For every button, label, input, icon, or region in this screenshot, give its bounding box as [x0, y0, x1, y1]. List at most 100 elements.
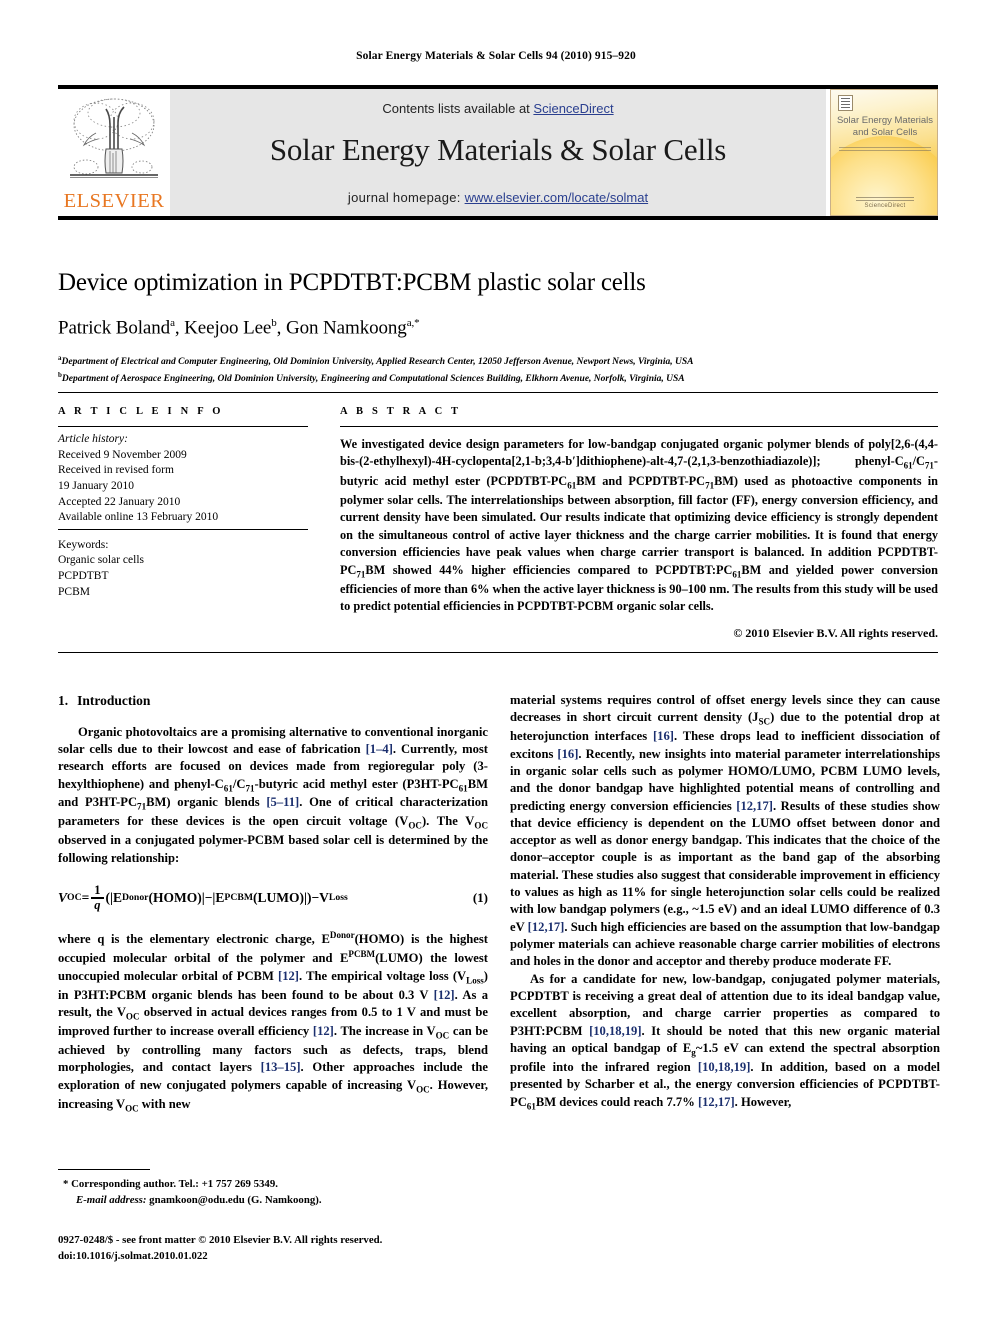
email-label: E-mail address: — [76, 1193, 147, 1206]
citation-ref[interactable]: [16] — [557, 747, 578, 761]
citation-ref[interactable]: [5–11] — [266, 795, 299, 809]
affiliation-text: Department of Aerospace Engineering, Old… — [61, 373, 685, 384]
equation-sub: Loss — [328, 892, 348, 904]
elsevier-logo: ELSEVIER — [58, 89, 170, 216]
copyright-line: © 2010 Elsevier B.V. All rights reserved… — [733, 625, 938, 640]
article-page: Solar Energy Materials & Solar Cells 94 … — [0, 0, 992, 1323]
cover-elsevier-mark-icon — [838, 95, 853, 111]
keywords-label: Keywords: — [58, 538, 109, 551]
affiliation-item: aDepartment of Electrical and Computer E… — [58, 353, 938, 370]
abstract-part: BM) used as photoactive components in po… — [340, 473, 938, 577]
subscript: OC — [125, 1011, 140, 1022]
equation-run: (LUMO)|)−V — [253, 889, 329, 905]
cover-title-line1: Solar Energy Materials — [836, 115, 934, 126]
keyword-item: PCPDTBT — [58, 570, 109, 582]
section-title-text: Introduction — [77, 693, 151, 708]
email-note: E-mail address: gnamkoon@odu.edu (G. Nam… — [58, 1193, 488, 1209]
text-run: with new — [138, 1096, 191, 1111]
author-name: Gon Namkoong — [285, 316, 407, 338]
journal-title: Solar Energy Materials & Solar Cells — [269, 132, 727, 167]
email-address[interactable]: gnamkoon@odu.edu (G. Namkoong). — [146, 1194, 321, 1206]
author-affil-mark: a,* — [406, 316, 420, 329]
subscript: 61 — [526, 1101, 536, 1112]
abstract-part: /C — [912, 454, 925, 469]
article-info-section: A R T I C L E I N F O Article history: R… — [58, 406, 308, 600]
elsevier-wordmark: ELSEVIER — [63, 189, 165, 212]
paragraph: where q is the elementary electronic cha… — [58, 929, 488, 1115]
equation-run: (|E — [105, 889, 123, 905]
citation-ref[interactable]: [12] — [313, 1024, 334, 1038]
sciencedirect-link[interactable]: ScienceDirect — [533, 101, 613, 116]
contents-prefix: Contents lists available at — [382, 101, 534, 116]
affiliation-item: bDepartment of Aerospace Engineering, Ol… — [58, 370, 938, 387]
issn-copyright-line: 0927-0248/$ - see front matter © 2010 El… — [58, 1234, 383, 1246]
author-list: Patrick Bolanda, Keejoo Leeb, Gon Namkoo… — [58, 317, 938, 339]
subscript: 71 — [245, 783, 255, 794]
cover-title: Solar Energy Materials and Solar Cells — [831, 115, 937, 139]
text-run: . However, — [734, 1094, 792, 1109]
text-run: observed in a conjugated polymer-PCBM ba… — [58, 833, 488, 865]
paragraph: As for a candidate for new, low-bandgap,… — [510, 971, 940, 1113]
subscript: Loss — [466, 975, 484, 986]
elsevier-tree-icon — [70, 98, 158, 178]
abstract-heading: A B S T R A C T — [340, 406, 462, 417]
footnote-block: * Corresponding author. Tel.: +1 757 269… — [58, 1177, 488, 1208]
keyword-item: PCBM — [58, 585, 90, 598]
article-history-block: Article history: Received 9 November 200… — [58, 427, 308, 526]
citation-ref[interactable]: [12,17] — [698, 1095, 735, 1109]
contents-available-line: Contents lists available at ScienceDirec… — [170, 89, 826, 116]
abstract-sub: 71 — [924, 460, 934, 471]
text-run: /C — [232, 776, 246, 791]
title-block: Device optimization in PCPDTBT:PCBM plas… — [58, 268, 938, 387]
author-separator: , — [276, 316, 286, 338]
citation-ref[interactable]: [12,17] — [736, 799, 773, 813]
abstract-bottom-rule — [58, 652, 938, 653]
superscript: PCBM — [348, 949, 376, 960]
masthead-bottom-rule — [58, 216, 938, 220]
citation-ref[interactable]: [10,18,19] — [698, 1060, 750, 1074]
body-column-right: material systems requires control of off… — [510, 692, 940, 1113]
affiliation-text: Department of Electrical and Computer En… — [61, 356, 694, 367]
citation-ref[interactable]: [13–15] — [261, 1060, 301, 1074]
subscript: OC — [408, 820, 422, 831]
equation-equals: = — [81, 889, 90, 905]
journal-masthead: ELSEVIER Contents lists available at Sci… — [58, 85, 938, 220]
running-head: Solar Energy Materials & Solar Cells 94 … — [356, 50, 636, 62]
text-run: ). The V — [421, 814, 475, 829]
citation-ref[interactable]: [16] — [653, 729, 674, 743]
masthead-band: Contents lists available at ScienceDirec… — [170, 89, 826, 216]
page-title: Device optimization in PCPDTBT:PCBM plas… — [58, 269, 646, 296]
citation-ref[interactable]: [12,17] — [528, 920, 565, 934]
author-name: Keejoo Lee — [184, 316, 272, 338]
citation-ref[interactable]: [10,18,19] — [589, 1024, 641, 1038]
abstract-text: We investigated device design parameters… — [340, 427, 938, 616]
equation-lhs: V — [58, 889, 68, 905]
abstract-sub: 71 — [705, 480, 715, 491]
citation-ref[interactable]: [12] — [434, 988, 455, 1002]
subscript: OC — [474, 820, 488, 831]
history-item: Accepted 22 January 2010 — [58, 495, 181, 508]
homepage-prefix: journal homepage: — [347, 190, 465, 205]
doi-line[interactable]: doi:10.1016/j.solmat.2010.01.022 — [58, 1248, 578, 1264]
history-item: Received in revised form — [58, 464, 174, 477]
cover-title-line2: and Solar Cells — [852, 126, 918, 138]
footnote-separator-rule — [58, 1169, 150, 1170]
subscript: 71 — [137, 802, 147, 812]
equation-body: V OC = 1 q (|E Donor (HOMO)|−|E PCBM (LUMO)|)… — [58, 883, 348, 912]
article-history-label: Article history: — [58, 433, 128, 445]
equation-sup: Donor — [122, 892, 149, 904]
subscript: 61 — [458, 783, 468, 794]
citation-ref[interactable]: [12] — [278, 969, 299, 983]
journal-homepage-link[interactable]: www.elsevier.com/locate/solmat — [465, 190, 649, 205]
superscript: Donor — [329, 929, 355, 940]
subscript: OC — [125, 1103, 139, 1114]
text-run: BM devices could reach 7.7% — [535, 1094, 698, 1109]
history-item: 19 January 2010 — [58, 479, 135, 492]
paragraph: Organic photovoltaics are a promising al… — [58, 724, 488, 868]
article-info-heading: A R T I C L E I N F O — [58, 406, 224, 417]
text-run: BM) organic blends — [146, 795, 267, 810]
fraction-numerator: 1 — [94, 883, 101, 898]
text-run: . The increase in V — [333, 1024, 436, 1038]
journal-homepage-line: journal homepage: www.elsevier.com/locat… — [170, 190, 826, 205]
citation-ref[interactable]: [1–4] — [366, 742, 393, 756]
